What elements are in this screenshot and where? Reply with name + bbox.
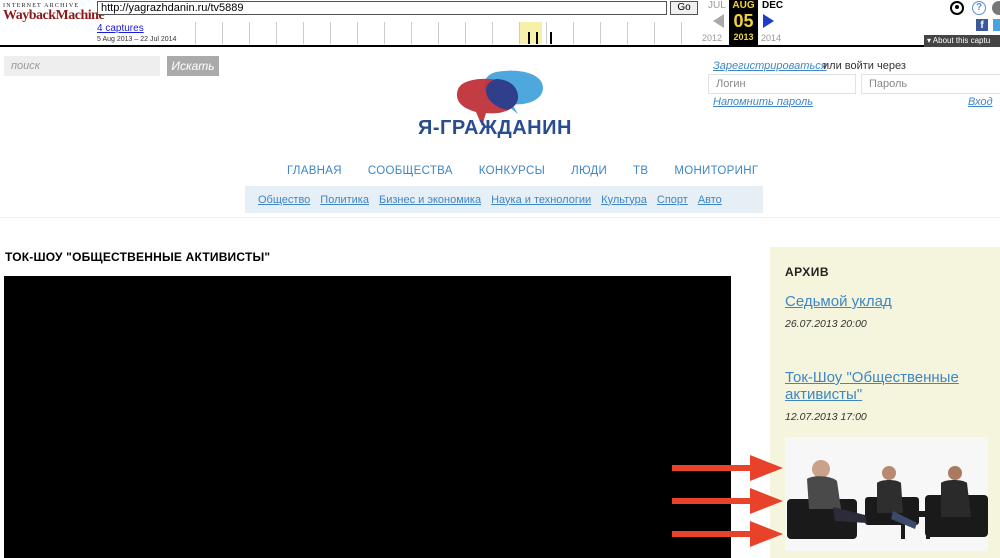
archive-item-date: 26.07.2013 20:00 xyxy=(785,318,867,330)
category-business[interactable]: Бизнес и экономика xyxy=(379,194,481,206)
sparkline-highlight xyxy=(520,22,542,44)
current-year: 2013 xyxy=(733,32,754,42)
header-divider xyxy=(0,217,1000,218)
remind-password-link[interactable]: Напомнить пароль xyxy=(713,96,813,108)
capture-tick xyxy=(550,32,552,44)
archive-item-link[interactable]: Седьмой уклад xyxy=(785,293,892,310)
register-link[interactable]: Зарегистрироваться xyxy=(713,60,827,72)
archive-item-date: 12.07.2013 17:00 xyxy=(785,411,867,423)
close-icon[interactable] xyxy=(992,1,1000,15)
page-title: ТОК-ШОУ "ОБЩЕСТВЕННЫЕ АКТИВИСТЫ" xyxy=(5,250,271,264)
wayback-next-year[interactable]: 2014 xyxy=(761,33,781,43)
login-link[interactable]: Вход xyxy=(968,96,993,108)
password-input[interactable]: Пароль xyxy=(861,74,1000,94)
nav-item-home[interactable]: ГЛАВНАЯ xyxy=(287,165,342,177)
facebook-icon[interactable]: f xyxy=(976,19,988,31)
search-input[interactable]: поиск xyxy=(4,56,160,76)
next-capture-arrow-icon[interactable] xyxy=(763,14,774,28)
wayback-go-button[interactable]: Go xyxy=(670,1,698,15)
archive-heading: АРХИВ xyxy=(785,265,830,279)
wayback-logo[interactable]: INTERNET ARCHIVE WaybackMachine xyxy=(3,3,105,23)
login-input[interactable]: Логин xyxy=(708,74,856,94)
nav-item-monitoring[interactable]: МОНИТОРИНГ xyxy=(674,165,758,177)
nav-item-people[interactable]: ЛЮДИ xyxy=(571,165,607,177)
category-nav: Общество Политика Бизнес и экономика Нау… xyxy=(245,186,763,213)
prev-capture-arrow-icon[interactable] xyxy=(713,14,724,28)
nav-item-tv[interactable]: ТВ xyxy=(633,165,648,177)
wayback-toolbar: INTERNET ARCHIVE WaybackMachine http://y… xyxy=(0,0,1000,47)
twitter-icon[interactable] xyxy=(993,19,1000,31)
category-culture[interactable]: Культура xyxy=(601,194,647,206)
wayback-sparkline[interactable] xyxy=(195,22,700,44)
about-capture-button[interactable]: ▾ About this captu xyxy=(924,35,1000,47)
category-sport[interactable]: Спорт xyxy=(657,194,688,206)
or-login-label: или войти через xyxy=(823,60,906,72)
wayback-next-month[interactable]: DEC xyxy=(762,0,783,11)
current-day: 05 xyxy=(733,11,754,31)
category-science[interactable]: Наука и технологии xyxy=(491,194,591,206)
wayback-current-date: AUG 05 2013 xyxy=(729,0,758,46)
main-nav: ГЛАВНАЯ СООБЩЕСТВА КОНКУРСЫ ЛЮДИ ТВ МОНИ… xyxy=(287,165,758,177)
wayback-prev-month[interactable]: JUL xyxy=(708,0,726,11)
category-politics[interactable]: Политика xyxy=(320,194,369,206)
current-month: AUG xyxy=(732,0,755,11)
wayback-date-range: 5 Aug 2013 – 22 Jul 2014 xyxy=(97,36,177,43)
nav-item-contests[interactable]: КОНКУРСЫ xyxy=(479,165,545,177)
video-player[interactable] xyxy=(4,276,731,558)
category-auto[interactable]: Авто xyxy=(698,194,722,206)
category-society[interactable]: Общество xyxy=(258,194,310,206)
annotation-arrow-3 xyxy=(672,521,783,547)
capture-tick xyxy=(536,32,538,44)
wayback-url-input[interactable]: http://yagrazhdanin.ru/tv5889 xyxy=(97,1,667,15)
archive-video-thumbnail[interactable] xyxy=(785,437,988,551)
wayback-captures-link[interactable]: 4 captures xyxy=(97,23,144,34)
wayback-logo-main: WaybackMachine xyxy=(3,8,105,23)
search-button[interactable]: Искать xyxy=(167,56,219,76)
annotation-arrow-2 xyxy=(672,488,783,514)
help-icon[interactable]: ? xyxy=(972,1,986,15)
archive-item-link[interactable]: Ток-Шоу "Общественные активисты" xyxy=(785,369,985,403)
user-icon[interactable] xyxy=(950,1,964,15)
nav-item-communities[interactable]: СООБЩЕСТВА xyxy=(368,165,453,177)
capture-tick xyxy=(528,32,530,44)
site-logo-text[interactable]: Я-ГРАЖДАНИН xyxy=(418,117,572,140)
wayback-prev-year[interactable]: 2012 xyxy=(702,33,722,43)
annotation-arrow-1 xyxy=(672,455,783,481)
